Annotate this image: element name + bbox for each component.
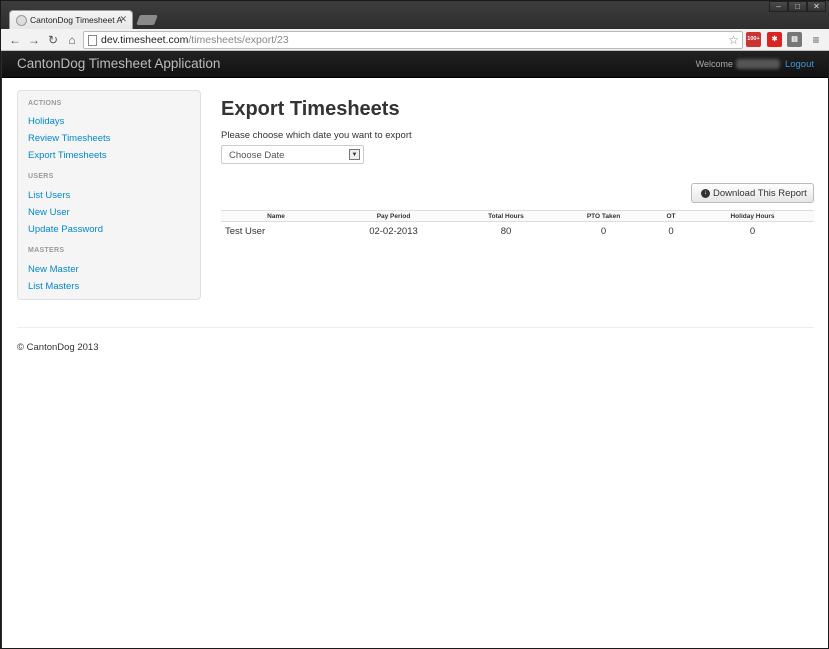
browser-tab[interactable]: CantonDog Timesheet Ap ✕ [9, 10, 133, 30]
column-header-ot: OT [651, 210, 691, 222]
sidebar-item-update-password[interactable]: Update Password [28, 224, 103, 235]
sidebar-item-export-timesheets[interactable]: Export Timesheets [28, 150, 107, 161]
welcome-text: Welcome [695, 59, 733, 69]
column-header-pto-taken: PTO Taken [556, 210, 651, 222]
home-icon[interactable]: ⌂ [64, 32, 80, 48]
sidebar-header-users: USERS [28, 173, 54, 180]
date-select[interactable]: Choose Date ▼ [221, 145, 364, 164]
timesheet-table: Name Pay Period Total Hours PTO Taken OT… [221, 210, 814, 241]
top-navbar: CantonDog Timesheet Application Welcome … [2, 51, 828, 78]
cell-pto-taken: 0 [600, 225, 607, 237]
username-redacted [736, 59, 780, 69]
page-title: Export Timesheets [221, 98, 400, 120]
back-arrow-icon[interactable]: ← [7, 32, 23, 48]
column-header-total-hours: Total Hours [456, 210, 556, 222]
table-header-row: Name Pay Period Total Hours PTO Taken OT… [221, 210, 814, 222]
cell-ot: 0 [668, 225, 674, 237]
extension-badge-icon[interactable]: 100+ [746, 32, 761, 47]
footer-divider [17, 327, 814, 328]
sidebar-header-masters: MASTERS [28, 247, 65, 254]
logout-link[interactable]: Logout [785, 59, 814, 70]
sidebar-header-actions: ACTIONS [28, 100, 62, 107]
menu-icon[interactable]: ≡ [808, 32, 824, 48]
url-text: dev.timesheet.com/timesheets/export/23 [101, 34, 289, 46]
column-header-name: Name [221, 210, 331, 222]
forward-arrow-icon[interactable]: → [26, 32, 42, 48]
sidebar-nav: ACTIONS Holidays Review Timesheets Expor… [17, 90, 201, 300]
browser-window: CantonDog Timesheet Ap ✕ – □ ✕ ← → ↻ ⌂ d… [0, 0, 829, 649]
sidebar-item-review-timesheets[interactable]: Review Timesheets [28, 133, 110, 144]
page-icon [88, 35, 97, 46]
tab-strip: CantonDog Timesheet Ap ✕ – □ ✕ [1, 1, 829, 30]
cell-pay-period: 02-02-2013 [369, 225, 418, 237]
chevron-down-icon: ▼ [349, 149, 360, 160]
new-tab-button[interactable] [136, 15, 158, 25]
table-row: Test User 02-02-2013 80 0 0 0 [221, 222, 814, 241]
sidebar-item-new-user[interactable]: New User [28, 207, 70, 218]
sidebar-item-new-master[interactable]: New Master [28, 264, 79, 275]
maximize-button[interactable]: □ [788, 1, 807, 12]
tab-close-icon[interactable]: ✕ [119, 14, 127, 25]
cell-holiday-hours: 0 [749, 225, 756, 237]
date-select-value: Choose Date [229, 150, 285, 161]
footer-copyright: © CantonDog 2013 [17, 342, 99, 353]
sidebar-item-list-masters[interactable]: List Masters [28, 281, 79, 292]
download-circle-icon: ↓ [701, 189, 710, 198]
download-report-button[interactable]: ↓ Download This Report [691, 183, 814, 203]
browser-toolbar: ← → ↻ ⌂ dev.timesheet.com/timesheets/exp… [1, 29, 829, 51]
date-prompt: Please choose which date you want to exp… [221, 130, 412, 141]
tab-title: CantonDog Timesheet Ap [30, 15, 122, 25]
bookmark-star-icon[interactable]: ☆ [728, 33, 739, 47]
extension-printer-icon[interactable]: ▤ [787, 32, 802, 47]
sidebar-item-holidays[interactable]: Holidays [28, 116, 64, 127]
column-header-holiday-hours: Holiday Hours [691, 210, 814, 222]
close-window-button[interactable]: ✕ [807, 1, 826, 12]
sidebar-item-list-users[interactable]: List Users [28, 190, 70, 201]
column-header-pay-period: Pay Period [331, 210, 456, 222]
reload-icon[interactable]: ↻ [45, 32, 61, 48]
brand-title[interactable]: CantonDog Timesheet Application [17, 56, 220, 71]
favicon-icon [16, 15, 27, 26]
minimize-button[interactable]: – [769, 1, 788, 12]
download-report-label: Download This Report [713, 188, 807, 199]
cell-name: Test User [225, 225, 266, 237]
cell-total-hours: 80 [500, 225, 512, 237]
extension-asterisk-icon[interactable]: ✱ [767, 32, 782, 47]
page-viewport: CantonDog Timesheet Application Welcome … [2, 51, 828, 648]
address-bar[interactable]: dev.timesheet.com/timesheets/export/23 ☆ [83, 31, 743, 49]
